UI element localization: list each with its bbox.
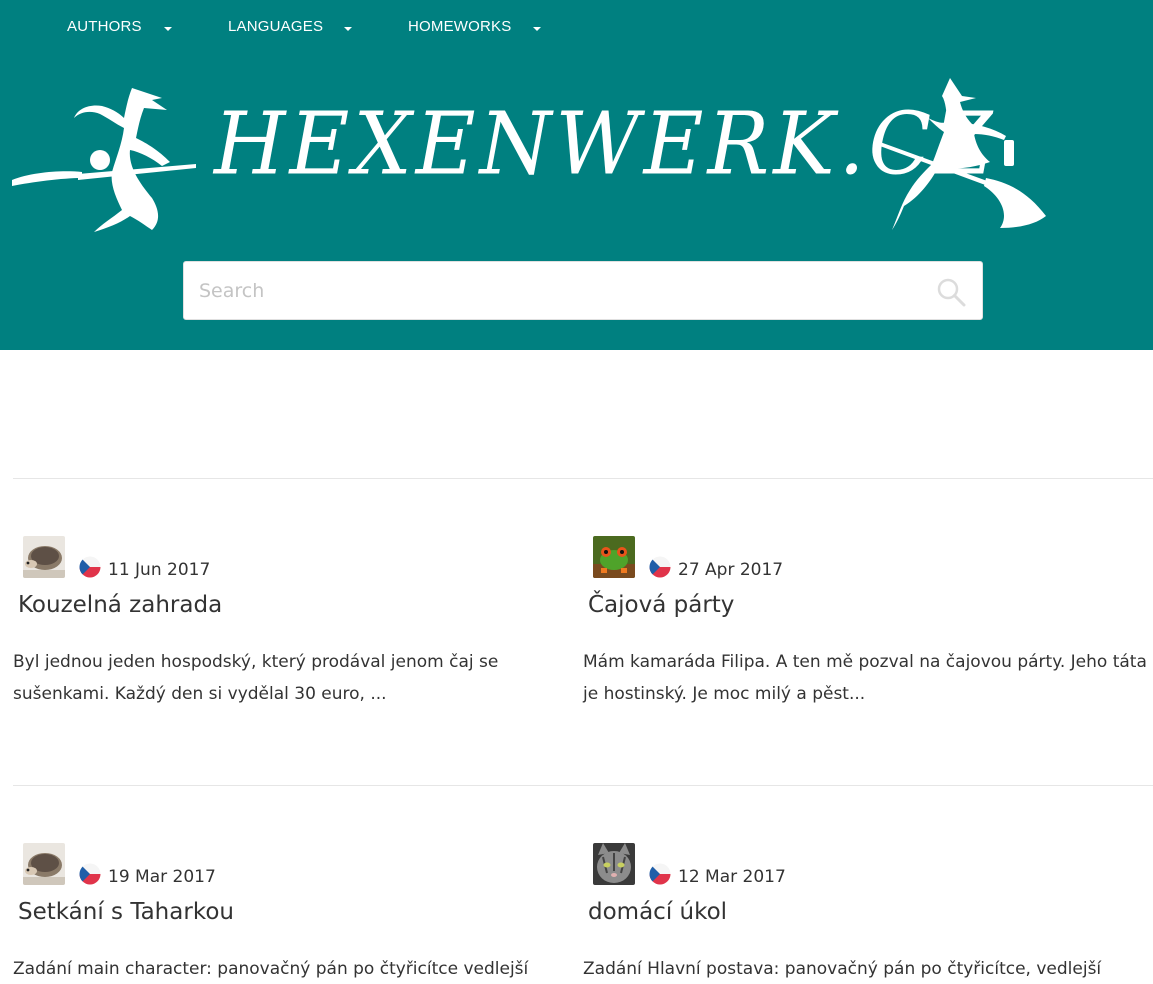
chevron-down-icon [344,27,352,31]
search-icon[interactable] [936,277,966,307]
czech-flag-icon [79,863,101,885]
czech-flag-icon [649,863,671,885]
post-title[interactable]: Kouzelná zahrada [18,592,222,618]
post-date: 19 Mar 2017 [108,867,216,887]
top-nav: AUTHORS LANGUAGES HOMEWORKS [0,0,1153,58]
nav-authors-label: AUTHORS [67,18,142,35]
divider [13,478,1153,479]
nav-languages-label: LANGUAGES [228,18,324,35]
nav-homeworks[interactable]: HOMEWORKS [408,18,541,35]
post-excerpt: Mám kamaráda Filipa. A ten mě pozval na … [583,652,1147,704]
hedgehog-avatar[interactable] [23,536,65,578]
witch-left-icon [12,88,196,232]
post-excerpt: Zadání Hlavní postava: panovačný pán po … [583,959,1102,979]
search-input[interactable] [184,262,924,319]
site-header: AUTHORS LANGUAGES HOMEWORKS HEXENWERK.CZ [0,0,1153,350]
nav-authors[interactable]: AUTHORS [67,18,172,35]
post-date: 27 Apr 2017 [678,560,784,580]
hedgehog-avatar[interactable] [23,843,65,885]
frog-avatar[interactable] [593,536,635,578]
post-date: 11 Jun 2017 [108,560,211,580]
czech-flag-icon [649,556,671,578]
post-title[interactable]: Setkání s Taharkou [18,899,234,925]
post-card: 27 Apr 2017 Čajová párty Mám kamaráda Fi… [583,536,1147,716]
divider [13,785,1153,786]
cat-avatar[interactable] [593,843,635,885]
chevron-down-icon [533,27,541,31]
post-card: 19 Mar 2017 Setkání s Taharkou Zadání ma… [13,843,573,984]
post-date: 12 Mar 2017 [678,867,786,887]
nav-homeworks-label: HOMEWORKS [408,18,512,35]
post-title[interactable]: domácí úkol [588,899,727,925]
post-excerpt: Byl jednou jeden hospodský, který prodáv… [13,652,499,704]
post-title[interactable]: Čajová párty [588,592,734,618]
search-box [183,261,983,320]
nav-languages[interactable]: LANGUAGES [228,18,352,35]
czech-flag-icon [79,556,101,578]
post-card: 11 Jun 2017 Kouzelná zahrada Byl jednou … [13,536,573,716]
chevron-down-icon [164,27,172,31]
witch-right-icon [880,78,1046,230]
post-excerpt: Zadání main character: panovačný pán po … [13,959,529,979]
post-card: 12 Mar 2017 domácí úkol Zadání Hlavní po… [583,843,1143,984]
site-logo-title[interactable]: HEXENWERK.CZ [214,101,996,188]
